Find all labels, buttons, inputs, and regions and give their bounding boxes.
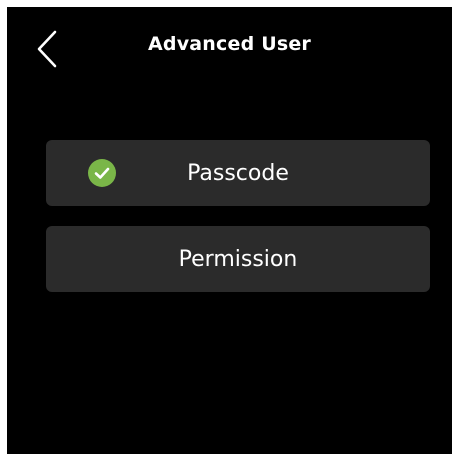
menu-item-permission[interactable]: Permission xyxy=(46,226,430,292)
menu-item-label: Permission xyxy=(178,246,298,272)
advanced-user-screen: Advanced User Passcode Permission xyxy=(7,7,452,454)
page-title: Advanced User xyxy=(148,33,311,55)
menu-item-label: Passcode xyxy=(187,160,289,186)
menu-list: Passcode Permission xyxy=(46,140,430,292)
check-circle-icon xyxy=(88,159,116,187)
menu-item-passcode[interactable]: Passcode xyxy=(46,140,430,206)
